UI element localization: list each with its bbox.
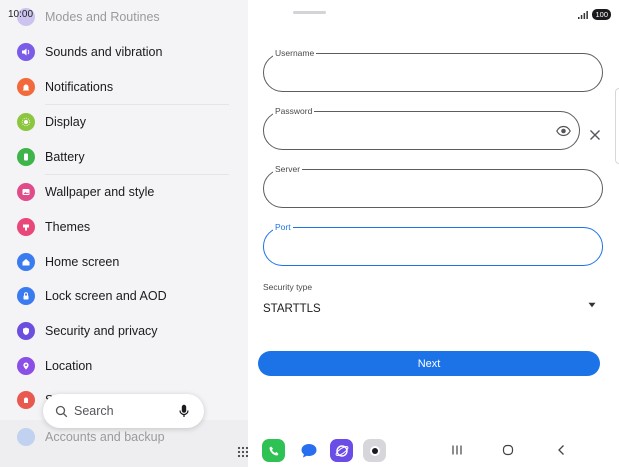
settings-item-label: Notifications xyxy=(45,80,114,94)
status-icons: 100 xyxy=(578,9,611,20)
security-type-select[interactable]: STARTTLS xyxy=(263,303,321,315)
username-input[interactable] xyxy=(278,62,515,84)
shield-icon xyxy=(17,322,35,340)
settings-item-modes-and-routines[interactable]: Modes and Routines xyxy=(17,2,239,32)
port-label: Port xyxy=(273,222,293,232)
settings-item-label: Themes xyxy=(45,220,91,234)
search-label: Search xyxy=(74,404,114,418)
app-drawer-icon[interactable] xyxy=(237,446,249,458)
back-icon[interactable] xyxy=(556,444,566,456)
settings-item-lock-screen-and-aod[interactable]: Lock screen and AOD xyxy=(17,281,239,311)
settings-item-display[interactable]: Display xyxy=(17,107,239,137)
dropdown-arrow-icon[interactable] xyxy=(588,302,596,308)
camera-app-icon[interactable] xyxy=(363,439,386,462)
settings-item-label: Modes and Routines xyxy=(45,10,160,24)
account-form-panel: 100 Username Password Server Port Securi… xyxy=(248,0,619,467)
theme-icon xyxy=(17,218,35,236)
settings-item-label: Sounds and vibration xyxy=(45,45,163,59)
password-input[interactable] xyxy=(278,120,499,142)
divider xyxy=(45,104,229,105)
security-type-label: Security type xyxy=(263,282,313,292)
settings-item-label: Security and privacy xyxy=(45,324,158,338)
battery-icon xyxy=(17,148,35,166)
username-field[interactable]: Username xyxy=(263,48,603,92)
settings-item-security-and-privacy[interactable]: Security and privacy xyxy=(17,316,239,346)
settings-item-label: Battery xyxy=(45,150,85,164)
port-field[interactable]: Port xyxy=(263,222,603,266)
settings-item-label: Accounts and backup xyxy=(45,430,165,444)
bell-icon xyxy=(17,78,35,96)
settings-item-label: Location xyxy=(45,359,93,373)
server-label: Server xyxy=(273,164,303,174)
lock-icon xyxy=(17,287,35,305)
settings-item-sounds-and-vibration[interactable]: Sounds and vibration xyxy=(17,37,239,67)
port-input[interactable] xyxy=(278,236,515,258)
settings-item-label: Lock screen and AOD xyxy=(45,289,167,303)
recent-apps-icon[interactable] xyxy=(451,444,463,456)
internet-app-icon[interactable] xyxy=(330,439,353,462)
search-icon xyxy=(55,405,68,417)
sun-icon xyxy=(17,113,35,131)
edge-panel-handle[interactable] xyxy=(615,88,619,164)
server-input[interactable] xyxy=(278,178,515,200)
settings-item-themes[interactable]: Themes xyxy=(17,212,239,242)
settings-item-label: Wallpaper and style xyxy=(45,185,155,199)
microphone-icon[interactable] xyxy=(178,404,190,418)
close-icon[interactable] xyxy=(589,129,601,141)
speaker-icon xyxy=(17,43,35,61)
accounts-icon xyxy=(17,428,35,446)
safety-icon xyxy=(17,391,35,409)
settings-item-label: Display xyxy=(45,115,86,129)
messages-app-icon[interactable] xyxy=(297,439,320,462)
next-button[interactable]: Next xyxy=(258,351,600,376)
home-icon xyxy=(17,253,35,271)
home-button-icon[interactable] xyxy=(502,444,514,456)
settings-item-location[interactable]: Location xyxy=(17,351,239,381)
eye-icon[interactable] xyxy=(556,125,571,137)
settings-item-wallpaper-and-style[interactable]: Wallpaper and style xyxy=(17,177,239,207)
drag-handle[interactable] xyxy=(293,11,326,14)
settings-item-home-screen[interactable]: Home screen xyxy=(17,247,239,277)
image-icon xyxy=(17,183,35,201)
settings-item-label: Home screen xyxy=(45,255,120,269)
settings-panel: 10:00 Modes and Routines Sounds and vibr… xyxy=(0,0,248,467)
battery-level-badge: 100 xyxy=(592,9,611,20)
password-field[interactable]: Password xyxy=(263,106,580,150)
status-time: 10:00 xyxy=(8,9,34,20)
signal-icon xyxy=(578,10,589,19)
settings-item-battery[interactable]: Battery xyxy=(17,142,239,172)
password-label: Password xyxy=(273,106,315,116)
location-pin-icon xyxy=(17,357,35,375)
username-label: Username xyxy=(273,48,317,58)
server-field[interactable]: Server xyxy=(263,164,603,208)
settings-item-notifications[interactable]: Notifications xyxy=(17,72,239,102)
settings-search-bar[interactable]: Search xyxy=(43,394,204,428)
phone-app-icon[interactable] xyxy=(262,439,285,462)
divider xyxy=(45,174,229,175)
